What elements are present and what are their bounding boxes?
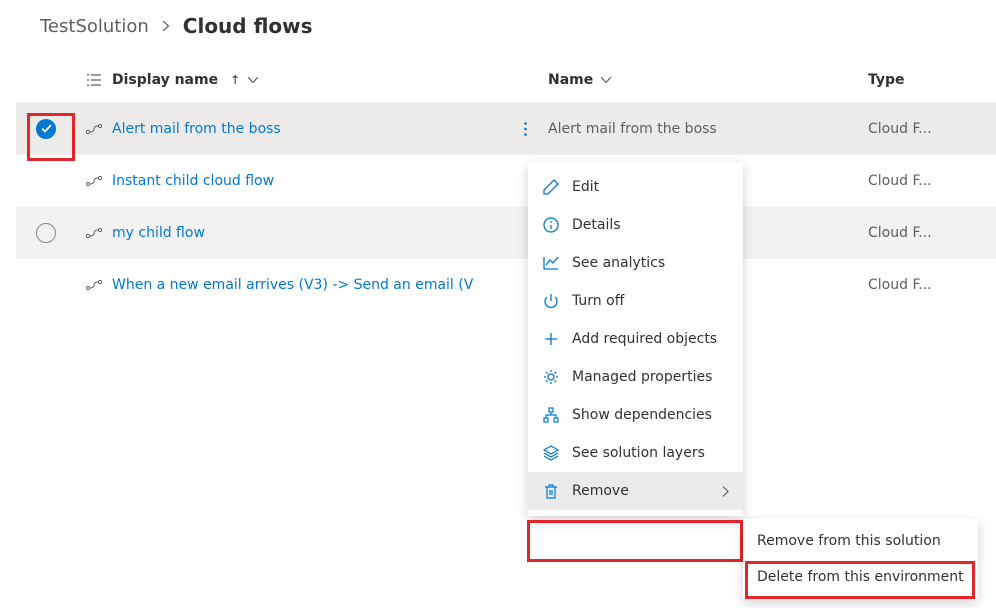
menu-label: Details (572, 217, 621, 233)
row-type: Cloud F... (868, 277, 932, 293)
submenu-delete-environment[interactable]: Delete from this environment (743, 559, 978, 595)
table-row[interactable]: When a new email arrives (V3) -> Send an… (16, 258, 996, 310)
menu-item-layers[interactable]: See solution layers (528, 434, 743, 472)
row-checkbox[interactable] (36, 119, 56, 139)
menu-label: See analytics (572, 255, 665, 271)
column-header-name[interactable]: Name (548, 72, 868, 88)
layers-icon (542, 444, 560, 462)
menu-label: Turn off (572, 293, 624, 309)
submenu-remove-solution[interactable]: Remove from this solution (743, 523, 978, 559)
flow-icon (76, 175, 112, 187)
column-label: Type (868, 72, 905, 88)
menu-item-details[interactable]: Details (528, 206, 743, 244)
context-menu: Edit Details See analytics Turn off Add … (528, 162, 743, 516)
menu-item-turnoff[interactable]: Turn off (528, 282, 743, 320)
info-icon (542, 216, 560, 234)
breadcrumb-parent[interactable]: TestSolution (40, 16, 149, 37)
dependencies-icon (542, 406, 560, 424)
column-header-display-name[interactable]: Display name ↑ (112, 72, 502, 88)
more-actions-button[interactable] (513, 117, 537, 141)
flows-table: Display name ↑ Name Type Alert mail from… (0, 58, 996, 310)
table-row[interactable]: Alert mail from the boss Alert mail from… (16, 102, 996, 154)
row-display-name[interactable]: Instant child cloud flow (112, 173, 274, 189)
column-header-type[interactable]: Type (868, 72, 996, 88)
menu-item-add-objects[interactable]: Add required objects (528, 320, 743, 358)
page-title: Cloud flows (183, 14, 313, 38)
edit-icon (542, 178, 560, 196)
menu-item-analytics[interactable]: See analytics (528, 244, 743, 282)
remove-submenu: Remove from this solution Delete from th… (743, 519, 978, 599)
row-type: Cloud F... (868, 225, 932, 241)
table-row[interactable]: Instant child cloud flow Cloud F... (16, 154, 996, 206)
power-icon (542, 292, 560, 310)
sort-ascending-icon: ↑ (230, 73, 240, 87)
column-label: Name (548, 72, 593, 88)
row-type: Cloud F... (868, 121, 932, 137)
flow-icon (76, 279, 112, 291)
row-type: Cloud F... (868, 173, 932, 189)
analytics-icon (542, 254, 560, 272)
flow-icon (76, 123, 112, 135)
table-row[interactable]: my child flow Cloud F... (16, 206, 996, 258)
annotation-highlight (527, 520, 743, 562)
menu-label: See solution layers (572, 445, 705, 461)
menu-label: Edit (572, 179, 599, 195)
chevron-down-icon[interactable] (601, 77, 611, 83)
plus-icon (542, 330, 560, 348)
list-icon[interactable] (76, 73, 112, 87)
row-display-name[interactable]: Alert mail from the boss (112, 121, 281, 137)
row-display-name[interactable]: When a new email arrives (V3) -> Send an… (112, 277, 473, 293)
row-name: Alert mail from the boss (548, 121, 717, 137)
row-checkbox[interactable] (36, 223, 56, 243)
menu-label: Remove (572, 483, 629, 499)
chevron-right-icon (161, 21, 171, 31)
breadcrumb: TestSolution Cloud flows (0, 0, 996, 58)
menu-label: Show dependencies (572, 407, 712, 423)
chevron-down-icon[interactable] (248, 77, 258, 83)
menu-item-dependencies[interactable]: Show dependencies (528, 396, 743, 434)
table-header-row: Display name ↑ Name Type (16, 58, 996, 102)
menu-label: Add required objects (572, 331, 717, 347)
trash-icon (542, 482, 560, 500)
flow-icon (76, 227, 112, 239)
gear-icon (542, 368, 560, 386)
row-display-name[interactable]: my child flow (112, 225, 205, 241)
menu-item-managed[interactable]: Managed properties (528, 358, 743, 396)
menu-item-remove[interactable]: Remove (528, 472, 743, 510)
menu-item-edit[interactable]: Edit (528, 168, 743, 206)
column-label: Display name (112, 72, 218, 88)
chevron-right-icon (722, 486, 729, 497)
menu-label: Managed properties (572, 369, 712, 385)
